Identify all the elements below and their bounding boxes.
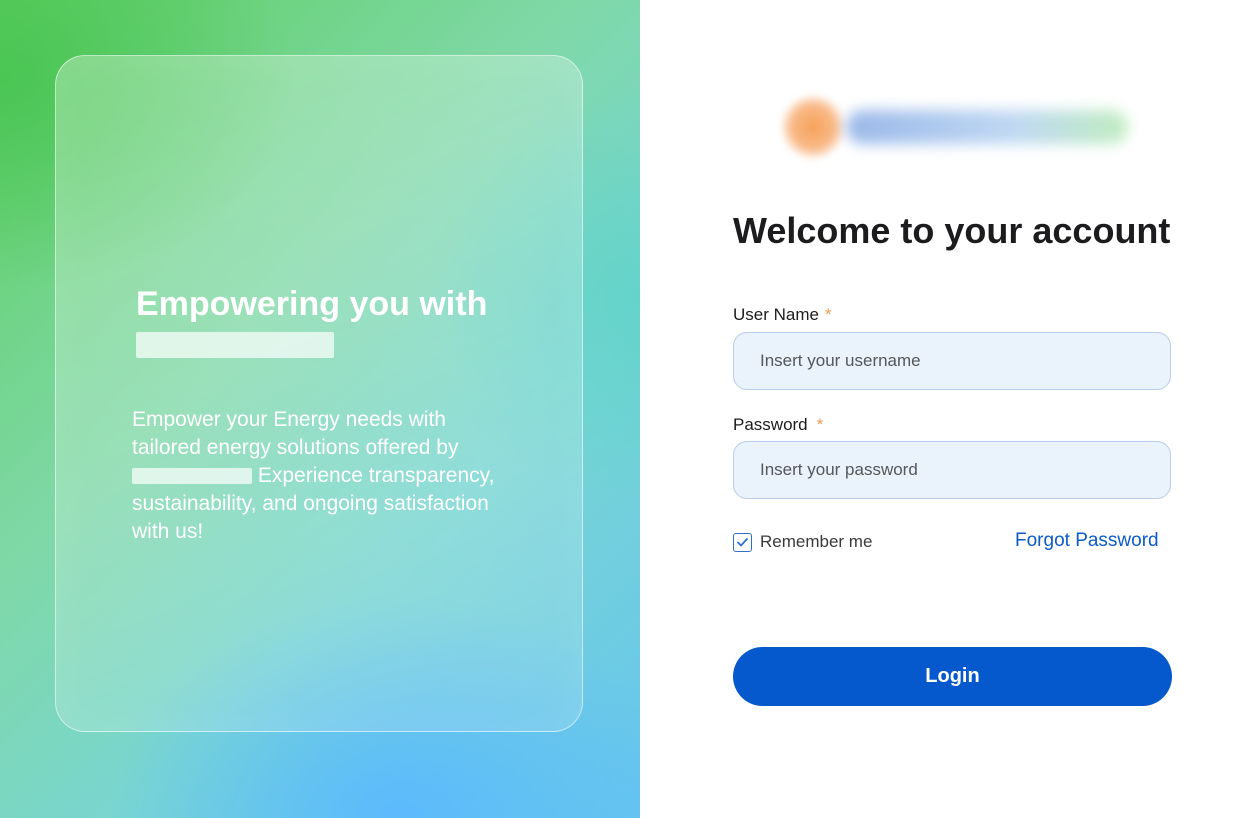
password-label: Password * [733, 415, 823, 435]
hero-title: Empowering you with [136, 284, 536, 358]
required-asterisk: * [816, 415, 824, 434]
hero-panel: Empowering you with Empower your Energy … [0, 0, 640, 818]
required-asterisk: * [824, 305, 832, 324]
logo-mark-icon [780, 94, 846, 160]
password-label-text: Password [733, 415, 808, 434]
company-logo [772, 86, 1132, 166]
username-label-text: User Name [733, 305, 819, 324]
remember-me-label: Remember me [760, 532, 873, 551]
hero-title-text: Empowering you with [136, 285, 488, 323]
username-input[interactable]: Insert your username [733, 332, 1171, 390]
remember-me[interactable]: Remember me [733, 532, 872, 552]
remember-me-checkbox[interactable] [733, 532, 752, 552]
username-label: User Name * [733, 305, 832, 325]
redacted-company-name-inline [132, 468, 252, 484]
hero-description: Empower your Energy needs with tailored … [132, 406, 512, 546]
page-title: Welcome to your account [733, 210, 1171, 251]
forgot-password-link[interactable]: Forgot Password [1015, 530, 1159, 552]
password-placeholder: Insert your password [760, 460, 918, 479]
username-placeholder: Insert your username [760, 351, 921, 370]
login-button-label: Login [925, 665, 980, 687]
hero-description-start: Empower your Energy needs with tailored … [132, 408, 459, 459]
hero-card [55, 55, 583, 732]
redacted-company-name [136, 332, 334, 358]
check-icon [737, 537, 748, 546]
login-button[interactable]: Login [733, 647, 1172, 706]
password-input[interactable]: Insert your password [733, 441, 1171, 499]
logo-wordmark [846, 110, 1128, 144]
